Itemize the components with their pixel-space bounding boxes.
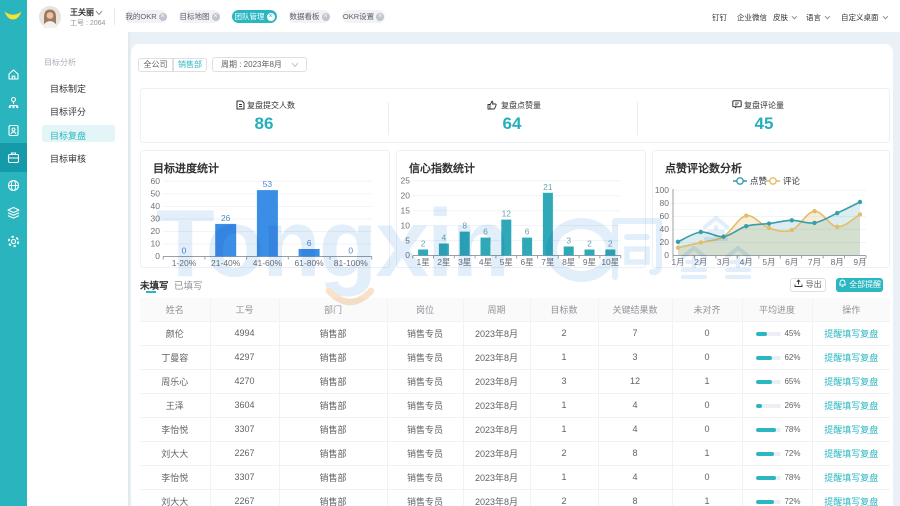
svg-text:8月: 8月 [831,257,844,267]
svg-text:4星: 4星 [479,257,492,267]
svg-text:2月: 2月 [694,257,707,267]
svg-text:7星: 7星 [541,257,554,267]
svg-text:5: 5 [405,235,410,245]
svg-text:5月: 5月 [762,257,775,267]
svg-text:30: 30 [151,214,161,224]
svg-text:6月: 6月 [785,257,798,267]
svg-text:6: 6 [307,238,312,248]
svg-text:60: 60 [660,211,670,221]
svg-text:0: 0 [348,246,353,256]
svg-text:2: 2 [608,239,613,249]
svg-text:6: 6 [483,227,488,237]
svg-text:20: 20 [151,226,161,236]
svg-text:60: 60 [151,176,161,186]
svg-text:点赞: 点赞 [750,176,768,186]
svg-text:3星: 3星 [458,257,471,267]
svg-text:10: 10 [151,239,161,249]
svg-text:26: 26 [221,213,231,223]
svg-text:6星: 6星 [520,257,533,267]
svg-text:21: 21 [543,182,553,192]
svg-text:53: 53 [263,179,273,189]
svg-text:4: 4 [442,233,447,243]
svg-text:12: 12 [502,209,512,219]
svg-text:61-80%: 61-80% [294,258,324,268]
svg-text:20: 20 [401,190,411,200]
svg-text:0: 0 [155,251,160,261]
svg-text:81-100%: 81-100% [334,258,368,268]
svg-text:15: 15 [401,205,411,215]
svg-text:10星: 10星 [601,257,619,267]
svg-text:7月: 7月 [808,257,821,267]
svg-text:100: 100 [655,185,669,195]
svg-text:1月: 1月 [671,257,684,267]
svg-text:8星: 8星 [562,257,575,267]
svg-text:8: 8 [462,221,467,231]
svg-text:4月: 4月 [740,257,753,267]
svg-text:6: 6 [525,227,530,237]
svg-text:80: 80 [660,198,670,208]
svg-text:0: 0 [182,246,187,256]
svg-text:1星: 1星 [416,257,429,267]
svg-text:40: 40 [660,224,670,234]
svg-text:1-20%: 1-20% [172,258,197,268]
svg-text:2: 2 [587,239,592,249]
svg-text:5星: 5星 [500,257,513,267]
svg-text:41-60%: 41-60% [253,258,283,268]
svg-text:50: 50 [151,189,161,199]
svg-text:9月: 9月 [853,257,866,267]
svg-text:3: 3 [566,236,571,246]
svg-text:0: 0 [664,250,669,260]
svg-text:2: 2 [421,239,426,249]
svg-text:21-40%: 21-40% [211,258,241,268]
svg-text:20: 20 [660,237,670,247]
svg-text:9星: 9星 [583,257,596,267]
svg-text:10: 10 [401,220,411,230]
svg-text:2星: 2星 [437,257,450,267]
svg-text:25: 25 [401,176,411,186]
svg-text:0: 0 [405,250,410,260]
svg-text:40: 40 [151,201,161,211]
svg-text:3月: 3月 [717,257,730,267]
svg-text:评论: 评论 [783,176,801,186]
